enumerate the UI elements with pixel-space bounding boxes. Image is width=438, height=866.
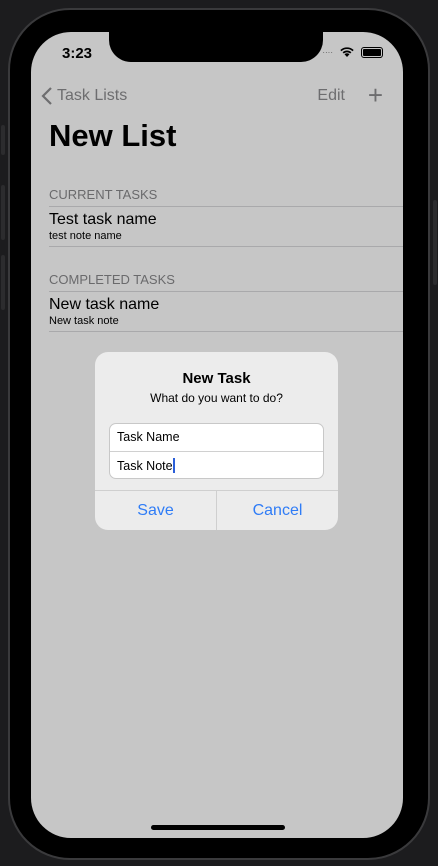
- alert-title: New Task: [182, 370, 251, 387]
- task-name: New task name: [49, 296, 160, 313]
- alert-fields: Task Name Task Note: [109, 423, 324, 479]
- back-button[interactable]: Task Lists: [41, 86, 127, 106]
- add-button[interactable]: +: [368, 80, 383, 111]
- status-icons: ····: [322, 46, 383, 58]
- chevron-left-icon: [41, 87, 52, 105]
- plus-icon: +: [367, 80, 383, 110]
- alert-actions: Save Cancel: [95, 490, 338, 530]
- save-button[interactable]: Save: [95, 491, 216, 530]
- navigation-bar: Task Lists Edit +: [31, 80, 403, 110]
- task-note: test note name: [49, 230, 122, 242]
- back-label: Task Lists: [57, 87, 128, 104]
- task-note: New task note: [49, 315, 119, 327]
- wifi-icon: [340, 47, 354, 57]
- cancel-button[interactable]: Cancel: [216, 491, 338, 530]
- new-task-alert: New Task What do you want to do? Task Na…: [95, 352, 338, 530]
- battery-icon: [361, 46, 383, 58]
- status-time: 3:23: [62, 45, 93, 62]
- list-item[interactable]: Test task name test note name: [49, 207, 403, 247]
- page-title: New List: [49, 118, 177, 153]
- section-header-current: CURRENT TASKS: [49, 187, 403, 207]
- section-header-completed: COMPLETED TASKS: [49, 272, 403, 292]
- notch: [109, 32, 323, 62]
- task-note-value: Task Note: [117, 459, 173, 473]
- power-button: [433, 200, 437, 285]
- edit-button[interactable]: Edit: [317, 87, 345, 105]
- screen: 3:23 ···· Task Lists Edit + New List CUR…: [31, 32, 403, 838]
- task-name-value: Task Name: [117, 430, 180, 444]
- signal-icon: ····: [322, 47, 333, 57]
- task-name: Test task name: [49, 211, 157, 228]
- alert-message: What do you want to do?: [150, 391, 283, 405]
- text-cursor: [172, 458, 175, 473]
- volume-down-button: [1, 255, 5, 310]
- task-note-field[interactable]: Task Note: [110, 451, 323, 478]
- home-indicator[interactable]: [151, 825, 285, 830]
- task-name-field[interactable]: Task Name: [110, 424, 323, 451]
- volume-up-button: [1, 185, 5, 240]
- mute-switch: [1, 125, 5, 155]
- list-item[interactable]: New task name New task note: [49, 292, 403, 332]
